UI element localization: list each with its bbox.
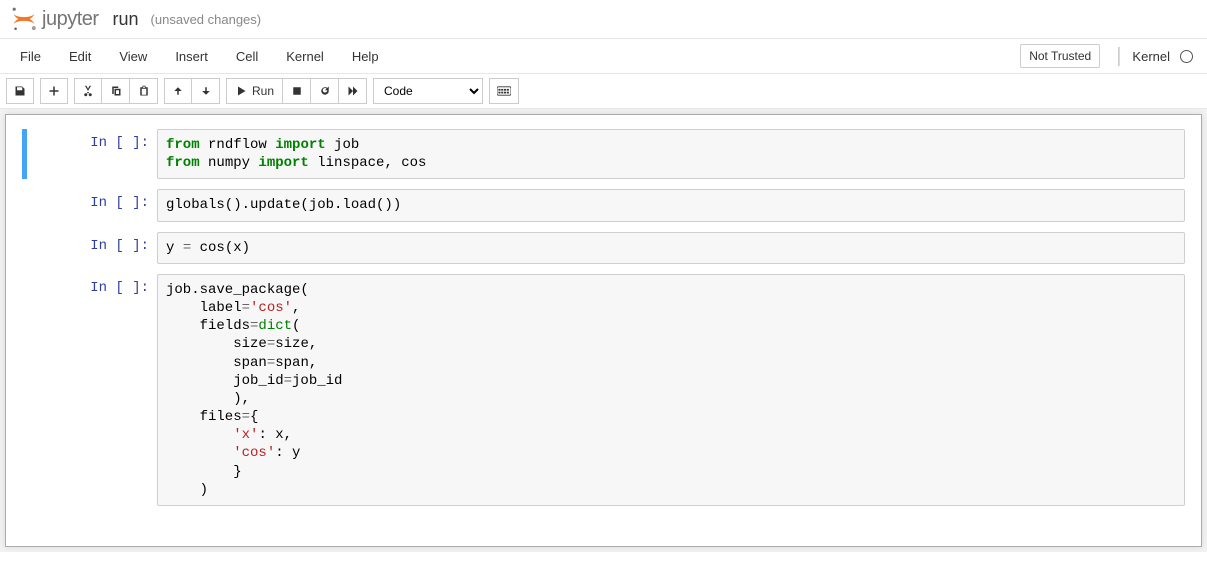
cells-area: In [ ]: from rndflow import job from nump… bbox=[22, 129, 1185, 506]
code-input[interactable]: from rndflow import job from numpy impor… bbox=[166, 136, 1176, 172]
code-input[interactable]: globals().update(job.load()) bbox=[166, 196, 1176, 214]
autosave-status: (unsaved changes) bbox=[151, 12, 262, 27]
prompt-area: In [ ]: bbox=[22, 274, 157, 506]
prompt-area: In [ ]: bbox=[22, 189, 157, 221]
move-up-button[interactable] bbox=[164, 78, 192, 104]
header: jupyter run (unsaved changes) bbox=[0, 0, 1207, 39]
celltype-group: CodeMarkdownRaw NBConvertHeading bbox=[373, 78, 483, 104]
insert-group bbox=[40, 78, 68, 104]
input-area[interactable]: from rndflow import job from numpy impor… bbox=[157, 129, 1185, 179]
restart-run-all-button[interactable] bbox=[339, 78, 367, 104]
input-area[interactable]: globals().update(job.load()) bbox=[157, 189, 1185, 221]
menu-cell[interactable]: Cell bbox=[222, 43, 272, 70]
input-area[interactable]: job.save_package( label='cos', fields=di… bbox=[157, 274, 1185, 506]
code-cell[interactable]: In [ ]: y = cos(x) bbox=[22, 232, 1185, 264]
toolbar: Run CodeMarkdownRaw NBConvertHeading bbox=[0, 74, 1207, 109]
kernel-name[interactable]: Kernel bbox=[1132, 49, 1170, 64]
trust-button[interactable]: Not Trusted bbox=[1020, 44, 1100, 68]
interrupt-button[interactable] bbox=[283, 78, 311, 104]
notebook-background: In [ ]: from rndflow import job from nump… bbox=[0, 109, 1207, 552]
prompt-area: In [ ]: bbox=[22, 129, 157, 179]
logo-text: jupyter bbox=[42, 8, 99, 31]
cut-button[interactable] bbox=[74, 78, 102, 104]
save-button[interactable] bbox=[6, 78, 34, 104]
code-cell[interactable]: In [ ]: globals().update(job.load()) bbox=[22, 189, 1185, 221]
save-group bbox=[6, 78, 34, 104]
jupyter-logo[interactable]: jupyter bbox=[10, 5, 99, 33]
input-prompt: In [ ]: bbox=[27, 280, 149, 296]
cell-type-select[interactable]: CodeMarkdownRaw NBConvertHeading bbox=[373, 78, 483, 104]
prompt-area: In [ ]: bbox=[22, 232, 157, 264]
menu-help[interactable]: Help bbox=[338, 43, 393, 70]
menu-file[interactable]: File bbox=[6, 43, 55, 70]
notebook-name[interactable]: run bbox=[113, 9, 139, 30]
input-prompt: In [ ]: bbox=[27, 238, 149, 254]
menu-edit[interactable]: Edit bbox=[55, 43, 105, 70]
code-cell[interactable]: In [ ]: job.save_package( label='cos', fi… bbox=[22, 274, 1185, 506]
move-group bbox=[164, 78, 220, 104]
code-input[interactable]: job.save_package( label='cos', fields=di… bbox=[166, 281, 1176, 499]
input-prompt: In [ ]: bbox=[27, 195, 149, 211]
menubar-container: FileEditViewInsertCellKernelHelp Not Tru… bbox=[0, 39, 1207, 74]
menu-kernel[interactable]: Kernel bbox=[272, 43, 338, 70]
move-down-button[interactable] bbox=[192, 78, 220, 104]
kernel-indicator-area: Not Trusted | Kernel bbox=[1020, 44, 1201, 68]
command-palette-group bbox=[489, 78, 519, 104]
menu-insert[interactable]: Insert bbox=[161, 43, 222, 70]
paste-button[interactable] bbox=[130, 78, 158, 104]
copy-button[interactable] bbox=[102, 78, 130, 104]
notebook-container: In [ ]: from rndflow import job from nump… bbox=[5, 114, 1202, 547]
run-button[interactable]: Run bbox=[226, 78, 283, 104]
insert-cell-below-button[interactable] bbox=[40, 78, 68, 104]
run-label: Run bbox=[252, 84, 274, 98]
restart-button[interactable] bbox=[311, 78, 339, 104]
run-group: Run bbox=[226, 78, 367, 104]
cut-copy-paste-group bbox=[74, 78, 158, 104]
code-input[interactable]: y = cos(x) bbox=[166, 239, 1176, 257]
separator: | bbox=[1116, 45, 1121, 68]
menubar: FileEditViewInsertCellKernelHelp Not Tru… bbox=[0, 39, 1207, 73]
menu-view[interactable]: View bbox=[105, 43, 161, 70]
input-prompt: In [ ]: bbox=[27, 135, 149, 151]
input-area[interactable]: y = cos(x) bbox=[157, 232, 1185, 264]
code-cell[interactable]: In [ ]: from rndflow import job from nump… bbox=[22, 129, 1185, 179]
menu-items: FileEditViewInsertCellKernelHelp bbox=[6, 43, 393, 70]
kernel-idle-icon bbox=[1180, 50, 1193, 63]
command-palette-button[interactable] bbox=[489, 78, 519, 104]
